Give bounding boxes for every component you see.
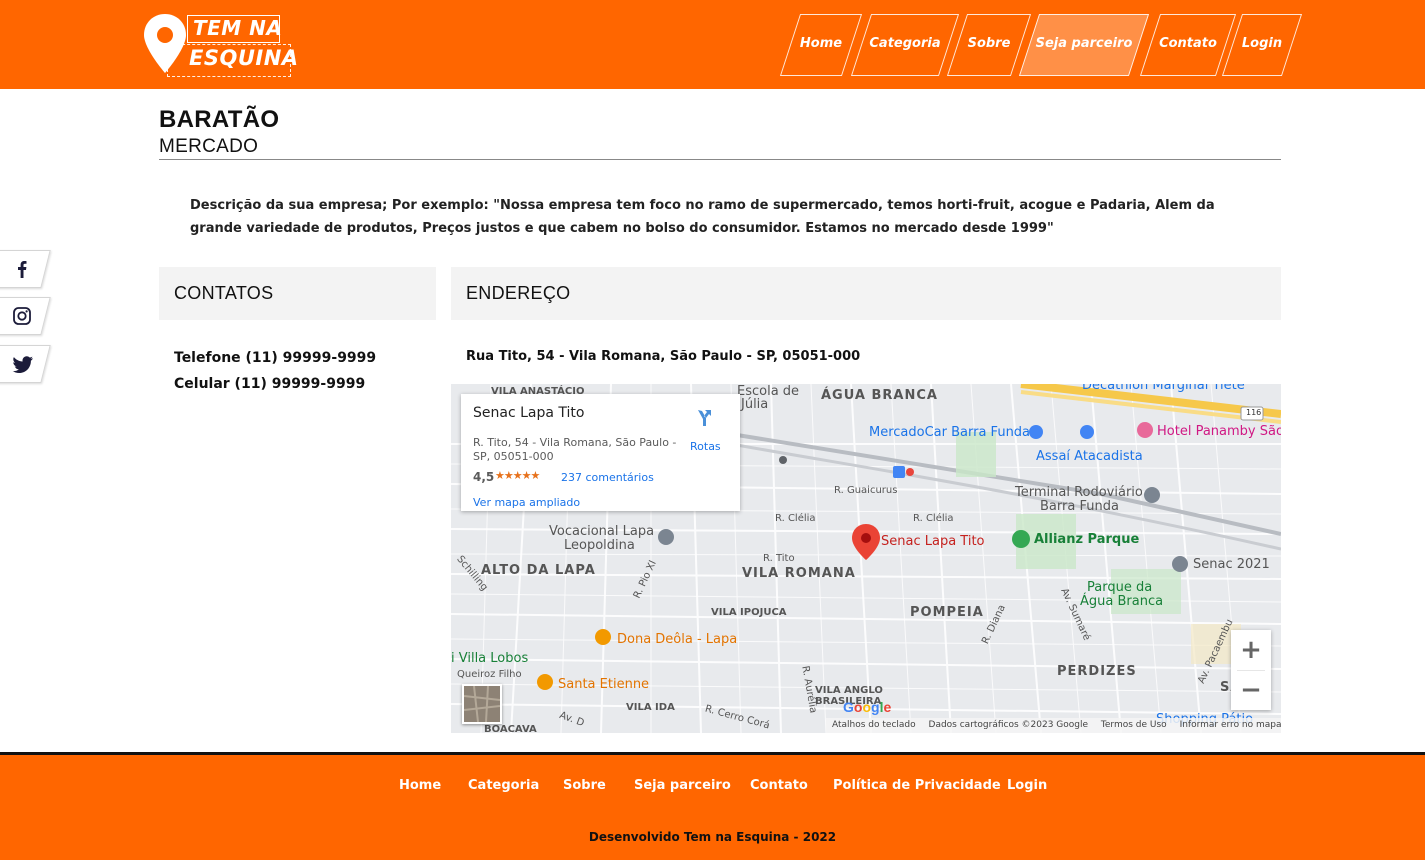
map-marker-label[interactable]: Senac Lapa Tito — [881, 534, 985, 549]
map-poi[interactable]: Barra Funda — [1040, 499, 1119, 514]
map-poi[interactable]: Água Branca — [1080, 594, 1163, 609]
logo-text: ESQUINA — [189, 46, 299, 70]
map-poi[interactable]: Vocacional Lapa — [549, 524, 654, 539]
footer-link-contato[interactable]: Contato — [750, 778, 808, 793]
map-data-text: Dados cartográficos ©2023 Google — [928, 720, 1089, 730]
rating-stars-icon: ★★★★★ — [495, 469, 540, 482]
directions-link[interactable]: Rotas — [690, 440, 721, 453]
facebook-icon — [18, 261, 27, 278]
map-street: R. Clélia — [913, 513, 954, 524]
terms-link[interactable]: Termos de Uso — [1101, 720, 1167, 730]
phone-number: Telefone (11) 99999-9999 — [174, 350, 377, 366]
zoom-out-button[interactable]: − — [1231, 670, 1271, 710]
place-rating: 4,5 — [473, 470, 495, 484]
footer-link-categoria[interactable]: Categoria — [468, 778, 539, 793]
mobile-number: Celular (11) 99999-9999 — [174, 376, 366, 392]
nav-label: Seja parceiro — [1035, 36, 1133, 51]
map-street: R. Tito — [763, 553, 795, 564]
site-footer: Home Categoria Sobre Seja parceiro Conta… — [0, 752, 1425, 860]
social-facebook[interactable] — [0, 250, 51, 288]
business-category: MERCADO — [159, 136, 259, 157]
map-poi[interactable]: Dona Deôla - Lapa — [617, 632, 737, 647]
business-description: Descrição da sua empresa; Por exemplo: "… — [190, 198, 1215, 236]
footer-link-privacidade[interactable]: Política de Privacidade — [833, 778, 1001, 793]
nav-label: Home — [799, 36, 843, 51]
nav-categoria[interactable]: Categoria — [850, 14, 960, 76]
map-street: Queiroz Filho — [457, 669, 522, 680]
zoom-in-button[interactable]: + — [1231, 630, 1271, 670]
google-logo: Google — [843, 699, 892, 715]
map-label: VILA ROMANA — [742, 566, 856, 581]
map-poi[interactable]: Senac 2021 — [1193, 557, 1270, 572]
map-poi[interactable]: Júlia — [741, 397, 768, 412]
report-error-link[interactable]: Informar erro no mapa — [1180, 720, 1281, 730]
business-name: BARATÃO — [159, 106, 280, 133]
footer-link-home[interactable]: Home — [399, 778, 441, 793]
contacts-heading: CONTATOS — [159, 267, 436, 320]
social-twitter[interactable] — [0, 345, 51, 383]
reviews-link[interactable]: 237 comentários — [561, 471, 654, 484]
map-label: ÁGUA BRANCA — [821, 388, 938, 403]
map-poi[interactable]: Terminal Rodoviário — [1015, 485, 1143, 500]
map-poi[interactable]: Leopoldina — [564, 538, 635, 553]
logo-text: TEM NA — [193, 16, 283, 40]
nav-login[interactable]: Login — [1221, 14, 1303, 76]
keyboard-shortcuts-link[interactable]: Atalhos do teclado — [832, 720, 916, 730]
nav-contato[interactable]: Contato — [1139, 14, 1237, 76]
nav-seja-parceiro[interactable]: Seja parceiro — [1018, 14, 1150, 76]
nav-sobre[interactable]: Sobre — [946, 14, 1032, 76]
map-label: POMPEIA — [910, 605, 984, 620]
map-poi[interactable]: Assaí Atacadista — [1036, 449, 1143, 464]
map-poi[interactable]: Decathlon Marginal Tietê — [1082, 384, 1245, 393]
nav-label: Sobre — [967, 36, 1011, 51]
embedded-map[interactable]: ÁGUA BRANCA ALTO DA LAPA VILA ROMANA POM… — [451, 384, 1281, 733]
place-address: R. Tito, 54 - Vila Romana, São Paulo - S… — [473, 436, 677, 463]
map-label: VILA IPOJUCA — [711, 607, 787, 618]
map-attribution: Atalhos do teclado Dados cartográficos ©… — [826, 718, 1281, 733]
contacts-heading-text: CONTATOS — [174, 283, 274, 303]
map-street: R. Clélia — [775, 513, 816, 524]
route-badge: 116 — [1246, 408, 1262, 417]
satellite-toggle[interactable] — [462, 684, 502, 724]
map-street: R. Guaicurus — [834, 485, 898, 496]
map-label: PERDIZES — [1057, 664, 1137, 679]
nav-home[interactable]: Home — [779, 14, 863, 76]
social-instagram[interactable] — [0, 297, 51, 335]
map-poi[interactable]: Hotel Panamby São — [1157, 424, 1281, 439]
footer-link-seja-parceiro[interactable]: Seja parceiro — [634, 778, 731, 793]
site-header: TEM NA ESQUINA Home Categoria Sobre Seja… — [0, 0, 1425, 89]
map-label: VILA IDA — [626, 702, 675, 713]
nav-label: Login — [1241, 36, 1283, 51]
address-heading: ENDEREÇO — [451, 267, 1281, 320]
zoom-controls: + − — [1231, 630, 1271, 710]
place-info-card: Senac Lapa Tito R. Tito, 54 - Vila Roman… — [461, 394, 740, 511]
footer-credit: Desenvolvido Tem na Esquina - 2022 — [588, 830, 837, 844]
place-name: Senac Lapa Tito — [473, 405, 585, 421]
address-text: Rua Tito, 54 - Vila Romana, São Paulo - … — [466, 349, 861, 364]
title-divider — [159, 159, 1281, 160]
site-logo[interactable]: TEM NA ESQUINA — [143, 13, 298, 79]
nav-label: Categoria — [869, 36, 941, 51]
footer-link-login[interactable]: Login — [1007, 778, 1047, 793]
map-label: ALTO DA LAPA — [481, 563, 596, 578]
twitter-icon — [12, 356, 33, 373]
map-poi[interactable]: MercadoCar Barra Funda — [869, 425, 1030, 440]
footer-link-sobre[interactable]: Sobre — [563, 778, 606, 793]
map-poi[interactable]: Allianz Parque — [1034, 532, 1139, 547]
map-poi[interactable]: Parque da — [1087, 580, 1152, 595]
view-larger-map-link[interactable]: Ver mapa ampliado — [473, 496, 580, 509]
nav-label: Contato — [1159, 36, 1217, 51]
map-poi[interactable]: i Villa Lobos — [451, 651, 528, 666]
address-heading-text: ENDEREÇO — [466, 283, 571, 303]
map-poi[interactable]: Santa Etienne — [558, 677, 649, 692]
instagram-icon — [13, 307, 31, 325]
directions-icon[interactable] — [693, 406, 715, 428]
